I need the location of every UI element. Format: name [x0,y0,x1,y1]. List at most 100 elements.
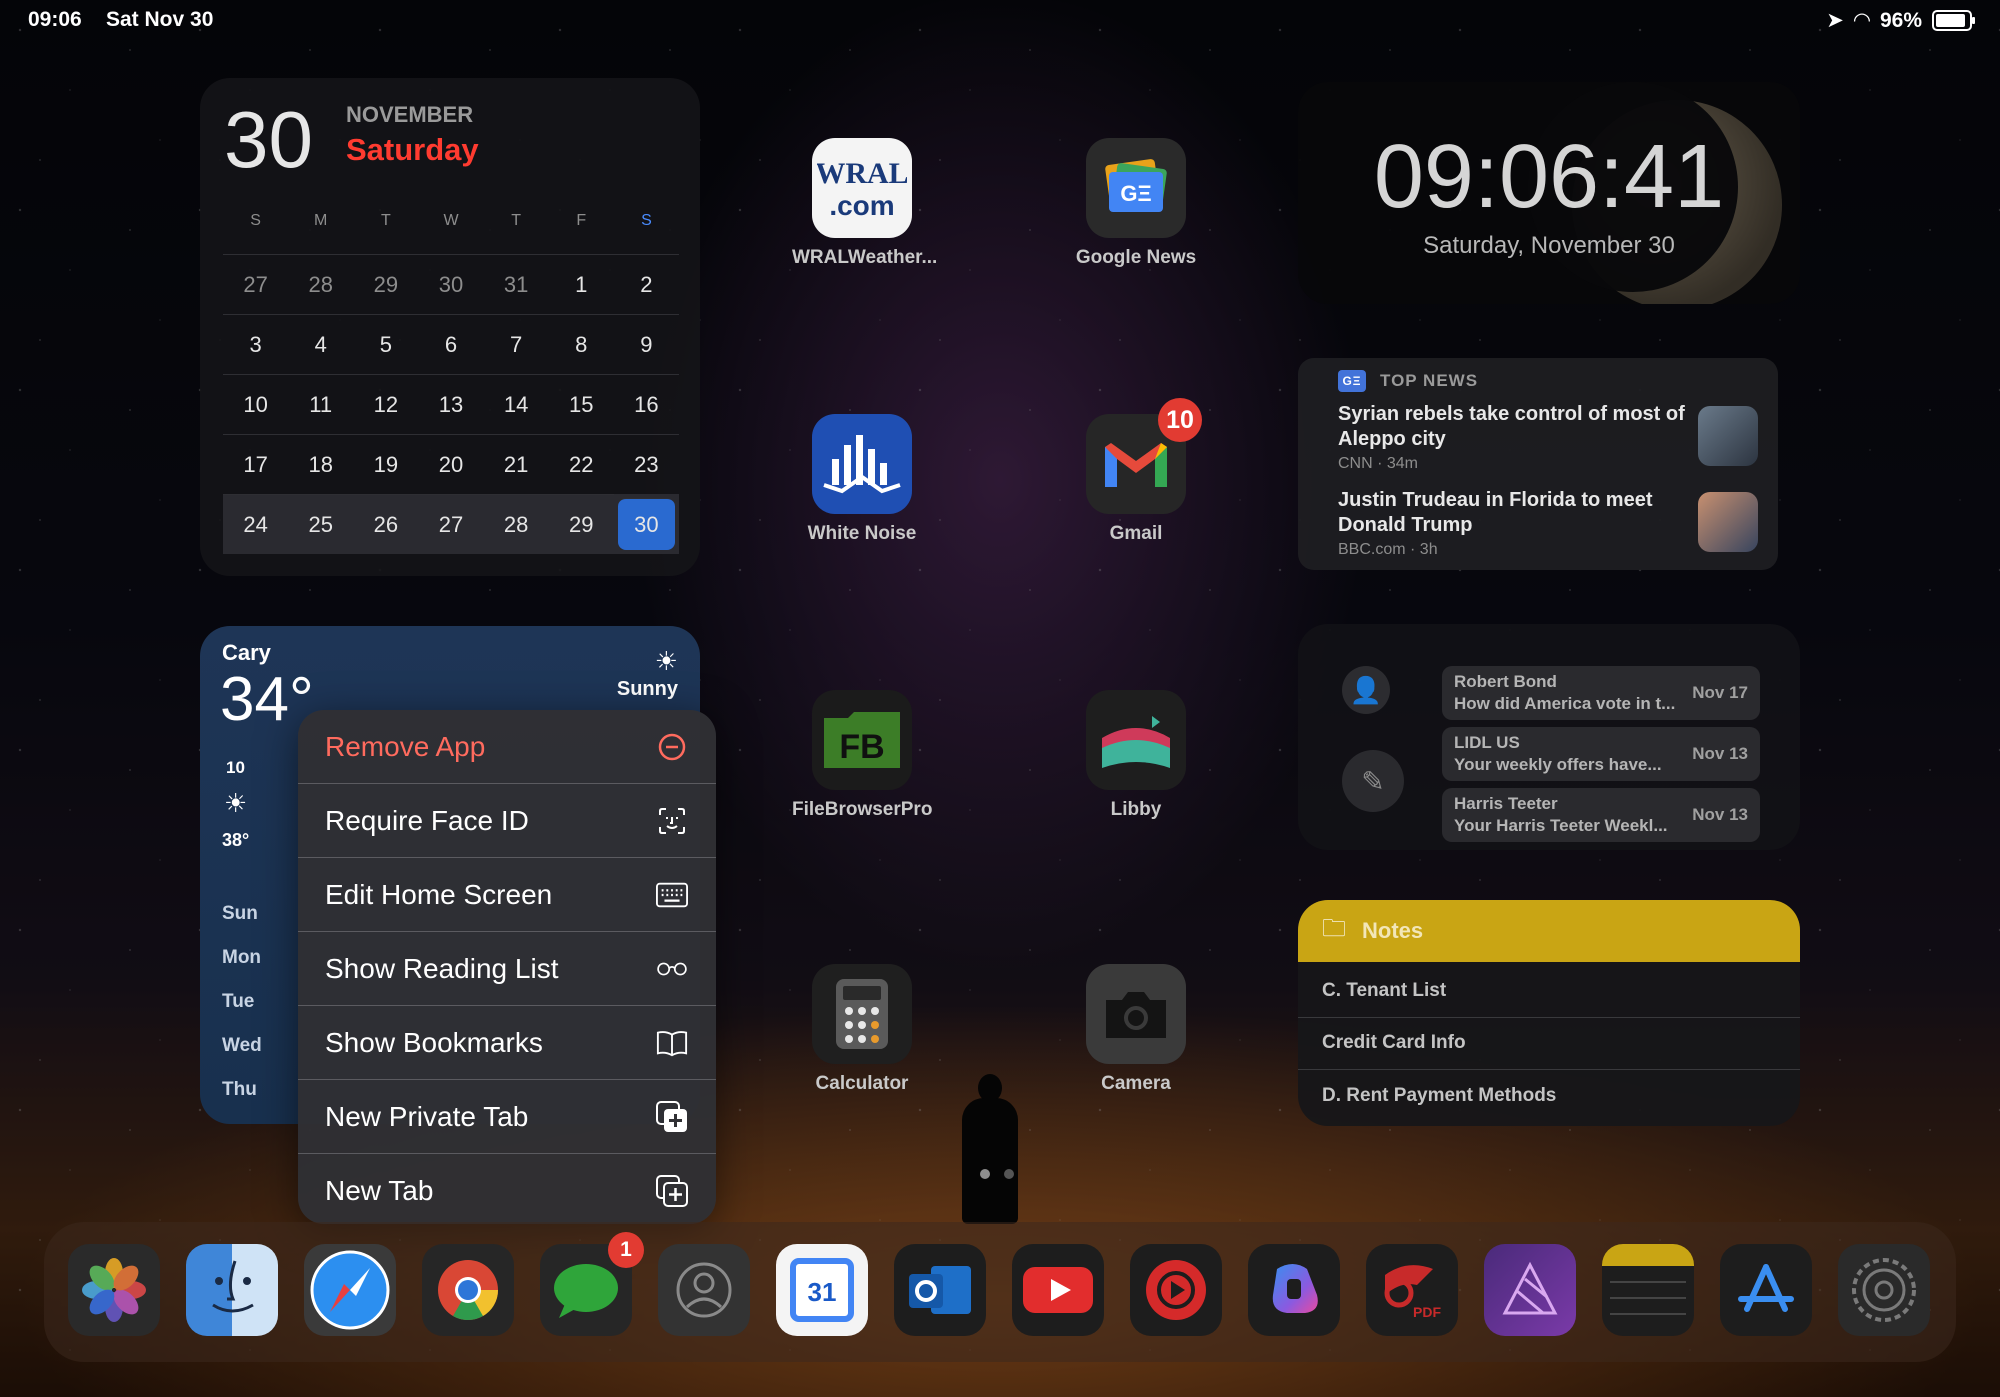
youtube-music-icon [1130,1244,1222,1336]
dock-app-finder[interactable] [184,1244,280,1336]
calendar-date-cell: 31 [483,254,549,314]
svg-text:PDF: PDF [1413,1304,1441,1320]
app-camera[interactable]: Camera [1066,964,1206,1095]
app-gmail[interactable]: 10 Gmail [1066,398,1206,545]
dock-app-app-store[interactable] [1718,1244,1814,1336]
svg-text:.com: .com [829,190,894,221]
menu-remove-app[interactable]: Remove App [298,710,716,784]
dock-app-outlook[interactable] [892,1244,988,1336]
app-white-noise[interactable]: White Noise [792,414,932,545]
mail-date: Nov 17 [1692,683,1748,702]
mail-row[interactable]: Harris Teeter Your Harris Teeter Weekl..… [1442,788,1760,842]
dow-label: S [250,212,261,229]
menu-item-label: New Tab [325,1174,434,1206]
clock-widget[interactable]: 09:06:41 Saturday, November 30 [1298,82,1800,304]
dock-app-messages[interactable]: 1 [538,1232,644,1336]
app-libby[interactable]: Libby [1066,690,1206,821]
dock-app-photos[interactable] [66,1244,162,1336]
dock-app-chrome[interactable] [420,1244,516,1336]
pdf-icon: PDF [1366,1244,1458,1336]
app-wral-weather[interactable]: WRAL .com WRALWeather... [792,138,938,269]
note-item[interactable]: D. Rent Payment Methods [1322,1085,1800,1107]
mail-widget[interactable]: 👤 ✎ Robert Bond How did America vote in … [1298,624,1800,850]
calendar-widget[interactable]: 30 NOVEMBER Saturday S M T W T F S 27 28 2… [200,78,700,576]
app-label: WRALWeather... [792,247,938,268]
weather-day: Tue [222,991,255,1012]
menu-require-face-id[interactable]: Require Face ID [298,784,716,858]
app-calculator[interactable]: Calculator [792,964,932,1095]
dock-app-pdf-reader[interactable]: PDF [1364,1244,1460,1336]
menu-new-private-tab[interactable]: New Private Tab [298,1080,716,1154]
mail-sender: LIDL US [1454,733,1520,752]
menu-item-label: Edit Home Screen [325,878,553,910]
news-header-label: TOP NEWS [1380,371,1479,390]
mail-row[interactable]: Robert Bond How did America vote in t...… [1442,666,1760,720]
mail-preview: Your weekly offers have... [1454,755,1662,774]
app-google-news[interactable]: GΞ Google News [1066,138,1206,269]
wifi-icon: ◠ [1853,9,1870,32]
calendar-date-cell: 17 [223,434,289,494]
compose-icon[interactable]: ✎ [1342,750,1404,812]
calendar-grid: 27 28 29 30 31 1 2 3 4 5 6 7 8 9 10 11 12 13 14 15 16 17 18 19 2… [223,254,679,554]
menu-edit-home-screen[interactable]: Edit Home Screen [298,858,716,932]
dock-app-youtube-music[interactable] [1128,1244,1224,1336]
filebrowser-icon: FB [812,690,912,790]
calendar-date-cell: 22 [548,434,614,494]
weather-days: Sun Mon Tue Wed Thu [222,892,262,1112]
svg-text:WRAL: WRAL [817,157,907,190]
dock-app-copilot[interactable] [1246,1244,1342,1336]
calendar-dow-header: S M T W T F S [223,212,679,230]
menu-show-reading-list[interactable]: Show Reading List [298,932,716,1006]
calendar-date-cell: 2 [613,254,679,314]
dock-app-google-calendar[interactable]: 31 [774,1244,870,1336]
notes-widget[interactable]: 🗀 Notes C. Tenant List Credit Card Info … [1298,900,1800,1126]
calendar-date-cell: 6 [418,314,484,374]
calendar-date-cell: 5 [353,314,419,374]
news-item[interactable]: Syrian rebels take control of most of Al… [1338,402,1758,473]
avatar: 👤 [1342,666,1390,714]
settings-icon [1838,1244,1930,1336]
menu-item-label: Remove App [325,730,486,762]
app-label: FileBrowserPro [792,799,933,820]
app-label: Calculator [815,1073,909,1094]
dow-label: M [314,212,328,229]
note-item[interactable]: C. Tenant List [1322,980,1800,1002]
calendar-date-cell: 25 [288,494,354,554]
dock-app-safari[interactable] [302,1244,398,1336]
page-indicator[interactable] [980,1169,1014,1179]
news-headline: Justin Trudeau in Florida to meet Donald… [1338,489,1653,536]
news-item[interactable]: Justin Trudeau in Florida to meet Donald… [1338,488,1758,559]
new-tab-icon [656,1174,688,1207]
calendar-date-cell: 16 [613,374,679,434]
note-item[interactable]: Credit Card Info [1322,1032,1800,1054]
calendar-date-cell: 20 [418,434,484,494]
status-time: 09:06 [28,8,82,31]
app-label: Google News [1075,247,1197,268]
menu-item-label: New Private Tab [325,1100,529,1132]
menu-new-tab[interactable]: New Tab [298,1154,716,1224]
notes-header: 🗀 Notes [1298,900,1800,962]
contacts-icon [658,1244,750,1336]
google-news-icon: GΞ [1086,138,1186,238]
calculator-icon [812,964,912,1064]
mail-row[interactable]: LIDL US Your weekly offers have... Nov 1… [1442,727,1760,781]
clock-date: Saturday, November 30 [1423,232,1675,259]
glasses-icon [656,953,688,985]
dock-app-settings[interactable] [1836,1244,1932,1336]
calendar-date-cell: 12 [353,374,419,434]
app-filebrowser[interactable]: FB FileBrowserPro [792,690,932,821]
calendar-date-cell: 4 [288,314,354,374]
private-tab-icon [656,1100,688,1133]
menu-show-bookmarks[interactable]: Show Bookmarks [298,1006,716,1080]
news-widget[interactable]: GΞ TOP NEWS Syrian rebels take control o… [1298,358,1778,570]
dock-app-wallet[interactable] [1600,1244,1696,1336]
calendar-date-cell: 9 [613,314,679,374]
weather-city: Cary [222,640,271,665]
dock-app-contacts[interactable] [656,1244,752,1336]
news-source: BBC.com · 3h [1338,541,1438,558]
dock-app-affinity-photo[interactable] [1482,1244,1578,1336]
dock-app-youtube[interactable] [1010,1244,1106,1336]
dow-label: F [576,212,587,229]
weather-day: Mon [222,947,262,968]
wallpaper-person [960,1074,1020,1224]
